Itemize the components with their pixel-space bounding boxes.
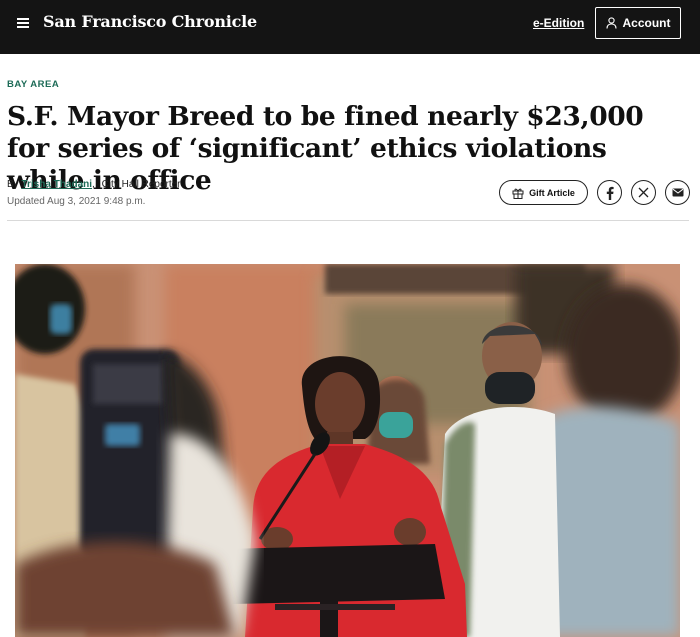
byline-prefix: By	[7, 179, 19, 190]
article-photo	[15, 264, 680, 637]
site-logo[interactable]: San Francisco Chronicle	[43, 12, 257, 31]
x-share-button[interactable]	[631, 180, 656, 205]
account-button[interactable]: Account	[595, 7, 681, 39]
byline: By Trisha Thadani, City Hall Reporter	[7, 179, 181, 190]
updated-timestamp: Updated Aug 3, 2021 9:48 p.m.	[7, 196, 146, 207]
menu-icon[interactable]	[17, 18, 29, 28]
gift-article-label: Gift Article	[529, 187, 575, 198]
email-share-button[interactable]	[665, 180, 690, 205]
section-label[interactable]: BAY AREA	[7, 79, 59, 90]
facebook-share-button[interactable]	[597, 180, 622, 205]
author-link[interactable]: Trisha Thadani	[21, 179, 92, 190]
gift-article-button[interactable]: Gift Article	[499, 180, 588, 205]
author-role: City Hall Reporter	[101, 179, 181, 190]
e-edition-link[interactable]: e-Edition	[533, 16, 584, 30]
byline-separator: ,	[92, 179, 95, 190]
user-icon	[605, 17, 617, 29]
email-icon	[672, 188, 683, 197]
account-label: Account	[622, 16, 671, 30]
x-icon	[638, 187, 649, 198]
site-header: San Francisco Chronicle e-Edition Accoun…	[0, 0, 700, 54]
facebook-icon	[606, 186, 614, 200]
gift-icon	[512, 188, 524, 199]
header-divider	[7, 220, 689, 221]
